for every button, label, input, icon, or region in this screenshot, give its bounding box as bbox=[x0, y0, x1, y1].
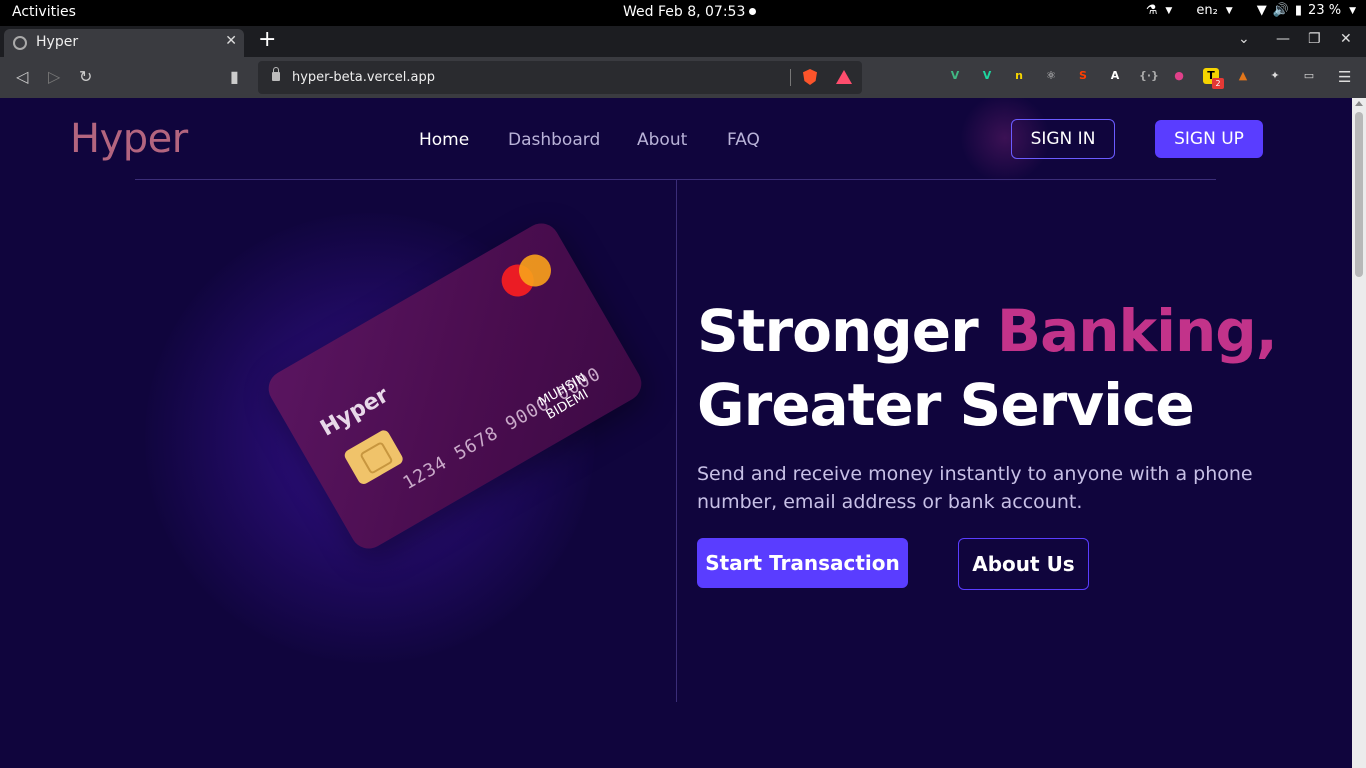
address-bar[interactable]: hyper-beta.vercel.app bbox=[258, 61, 862, 94]
metamask-icon[interactable]: ▲ bbox=[1235, 68, 1251, 84]
battery-level: 23 % bbox=[1308, 3, 1342, 18]
maximize-icon[interactable]: ❐ bbox=[1308, 31, 1321, 47]
close-tab-icon[interactable]: ✕ bbox=[225, 33, 237, 49]
clock-text: Wed Feb 8, 07:53 bbox=[623, 4, 746, 20]
site-logo[interactable]: Hyper bbox=[70, 116, 188, 162]
about-us-button[interactable]: About Us bbox=[958, 538, 1089, 590]
wifi-icon[interactable]: ▼ bbox=[1257, 3, 1267, 18]
globe-icon bbox=[13, 36, 27, 50]
tab-list-chevron-icon[interactable]: ⌄ bbox=[1238, 31, 1250, 47]
close-window-icon[interactable]: ✕ bbox=[1340, 31, 1352, 47]
menu-icon[interactable]: ☰ bbox=[1338, 68, 1351, 86]
brave-rewards-icon[interactable] bbox=[836, 70, 852, 84]
accessibility-icon[interactable]: ⚗ bbox=[1146, 3, 1158, 18]
notification-dot-icon bbox=[749, 8, 757, 15]
chip-icon bbox=[342, 428, 405, 487]
battery-icon[interactable]: ▮ bbox=[1295, 3, 1302, 18]
extension-yellow-icon[interactable]: n bbox=[1011, 68, 1027, 84]
reload-icon[interactable]: ↻ bbox=[79, 67, 92, 86]
chevron-down-icon: ▼ bbox=[1225, 5, 1233, 16]
extensions-puzzle-icon[interactable]: ✦ bbox=[1267, 68, 1283, 84]
vuetify-icon[interactable]: V bbox=[979, 68, 995, 84]
browser-toolbar: ◁ ▷ ↻ ▮ hyper-beta.vercel.app bbox=[0, 57, 1366, 98]
svelte-icon[interactable]: S bbox=[1075, 68, 1091, 84]
bookmark-icon[interactable]: ▮ bbox=[230, 67, 239, 86]
tab-title: Hyper bbox=[36, 34, 79, 50]
color-picker-icon[interactable]: ● bbox=[1171, 68, 1187, 84]
nav-faq[interactable]: FAQ bbox=[727, 130, 760, 150]
scroll-up-icon[interactable] bbox=[1355, 101, 1363, 106]
chevron-down-icon: ▼ bbox=[1165, 5, 1173, 16]
nav-home[interactable]: Home bbox=[419, 130, 469, 150]
forward-icon[interactable]: ▷ bbox=[48, 67, 60, 86]
activities-button[interactable]: Activities bbox=[12, 4, 76, 20]
system-tray[interactable]: ⚗ ▼ en₂ ▼ ▼ 🔊 ▮ 23 % ▼ bbox=[1146, 3, 1356, 18]
webpage: Hyper Home Dashboard About FAQ SIGN IN S… bbox=[0, 98, 1352, 768]
sign-up-button[interactable]: SIGN UP bbox=[1155, 120, 1263, 158]
url-text[interactable]: hyper-beta.vercel.app bbox=[292, 70, 435, 85]
hero-title: Stronger Banking, Greater Service bbox=[697, 294, 1337, 442]
scrollbar-thumb[interactable] bbox=[1355, 112, 1363, 277]
start-transaction-button[interactable]: Start Transaction bbox=[697, 538, 908, 588]
page-scrollbar[interactable] bbox=[1352, 98, 1366, 768]
divider bbox=[790, 69, 791, 86]
minimize-icon[interactable]: — bbox=[1276, 31, 1290, 47]
brave-shields-icon[interactable] bbox=[803, 69, 817, 85]
hero-title-line2: Greater Service bbox=[697, 371, 1195, 439]
volume-icon[interactable]: 🔊 bbox=[1273, 3, 1289, 18]
react-devtools-icon[interactable]: ⚛ bbox=[1043, 68, 1059, 84]
new-tab-icon[interactable]: + bbox=[258, 29, 276, 51]
nav-about[interactable]: About bbox=[637, 130, 687, 150]
tab-strip: Hyper ✕ bbox=[0, 26, 1366, 57]
chevron-down-icon: ▼ bbox=[1349, 5, 1356, 16]
clock[interactable]: Wed Feb 8, 07:53 bbox=[623, 4, 757, 20]
back-icon[interactable]: ◁ bbox=[16, 67, 28, 86]
system-top-bar: Activities Wed Feb 8, 07:53 ⚗ ▼ en₂ ▼ ▼ 🔊 … bbox=[0, 0, 1366, 26]
hero-subtitle: Send and receive money instantly to anyo… bbox=[697, 463, 1253, 513]
json-formatter-icon[interactable]: {·} bbox=[1139, 68, 1159, 84]
wallet-icon[interactable]: ▭ bbox=[1301, 68, 1317, 84]
angular-icon[interactable]: A bbox=[1107, 68, 1123, 84]
hero-title-part1: Stronger bbox=[697, 297, 997, 365]
hero-divider bbox=[676, 180, 677, 702]
lock-icon[interactable] bbox=[272, 67, 280, 81]
keyboard-layout[interactable]: en₂ bbox=[1196, 3, 1217, 18]
nav-dashboard[interactable]: Dashboard bbox=[508, 130, 600, 150]
vue-devtools-icon[interactable]: V bbox=[947, 68, 963, 84]
todoist-badge: 2 bbox=[1212, 78, 1224, 89]
sign-in-button[interactable]: SIGN IN bbox=[1011, 119, 1115, 159]
card-holder: MUHSIN BIDEMI bbox=[536, 370, 592, 423]
hero-title-accent: Banking, bbox=[996, 297, 1278, 365]
tab-hyper[interactable]: Hyper ✕ bbox=[4, 29, 244, 57]
